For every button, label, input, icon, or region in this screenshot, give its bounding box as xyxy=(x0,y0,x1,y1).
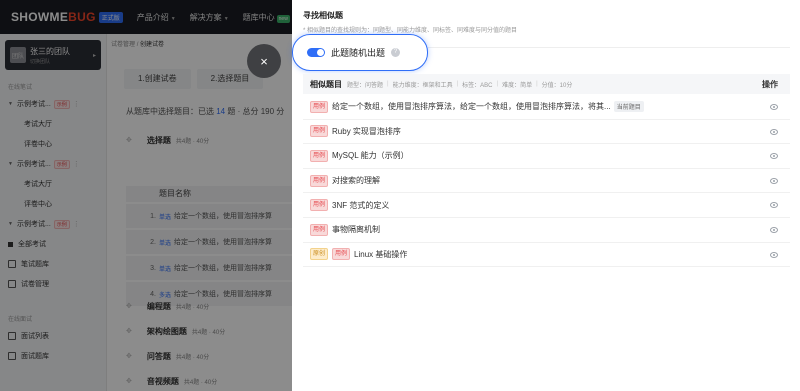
random-question-toggle[interactable] xyxy=(307,48,325,57)
example-tag: 用例 xyxy=(310,125,329,138)
similar-list-header: 相似题目 题型：问答题 | 能力维度：框架和工具 | 标签：ABC | 难度：简单 | … xyxy=(303,74,790,94)
current-question-badge: 当前题目 xyxy=(613,101,644,113)
list-item[interactable]: 原创 用例 Linux 基础操作 xyxy=(303,243,790,268)
list-item[interactable]: 用例 3NF 范式的定义 xyxy=(303,193,790,218)
list-item[interactable]: 用例 MySQL 能力（示例） xyxy=(303,144,790,169)
question-text: 给定一个数组，使用冒泡排序算法，给定一个数组，使用冒泡排序算法，将其... xyxy=(332,102,611,112)
list-item[interactable]: 用例 给定一个数组，使用冒泡排序算法，给定一个数组，使用冒泡排序算法，将其...… xyxy=(303,95,790,120)
list-title: 相似题目 xyxy=(310,79,342,89)
list-item[interactable]: 用例 对搜索的理解 xyxy=(303,169,790,194)
toggle-label: 此题随机出题 xyxy=(331,48,386,58)
question-text: 3NF 范式的定义 xyxy=(332,200,390,210)
question-text: MySQL 能力（示例） xyxy=(332,151,409,161)
close-icon: × xyxy=(260,53,268,69)
drawer-title: 寻找相似题 xyxy=(303,11,343,20)
similar-question-list: 用例 给定一个数组，使用冒泡排序算法，给定一个数组，使用冒泡排序算法，将其...… xyxy=(303,95,790,268)
example-tag: 用例 xyxy=(332,248,351,261)
list-item[interactable]: 用例 Ruby 实现冒泡排序 xyxy=(303,120,790,145)
eye-icon[interactable] xyxy=(770,226,778,233)
eye-icon[interactable] xyxy=(770,153,778,160)
question-text: Linux 基础操作 xyxy=(354,249,408,259)
list-item[interactable]: 用例 事物隔离机制 xyxy=(303,218,790,243)
question-text: Ruby 实现冒泡排序 xyxy=(332,126,401,136)
question-text: 事物隔离机制 xyxy=(332,225,381,235)
eye-icon[interactable] xyxy=(770,251,778,258)
eye-icon[interactable] xyxy=(770,104,778,110)
example-tag: 用例 xyxy=(310,149,329,162)
similar-questions-drawer: 寻找相似题 * 相似题目的查找规则为：同题型、同能力维度、同标签、同难度与同分值… xyxy=(292,0,800,391)
example-tag: 用例 xyxy=(310,174,329,187)
close-drawer-button[interactable]: × xyxy=(247,44,281,78)
filter-summary: 题型：问答题 | 能力维度：框架和工具 | 标签：ABC | 难度：简单 | 分值：10… xyxy=(347,81,573,89)
eye-icon[interactable] xyxy=(770,202,778,209)
random-question-toggle-callout: 此题随机出题 ? xyxy=(292,34,428,71)
question-text: 对搜索的理解 xyxy=(332,176,381,186)
original-tag: 原创 xyxy=(310,248,329,261)
operation-column-header: 操作 xyxy=(762,79,778,89)
example-tag: 用例 xyxy=(310,223,329,236)
help-icon[interactable]: ? xyxy=(391,48,401,57)
divider xyxy=(428,47,790,48)
eye-icon[interactable] xyxy=(770,177,778,184)
example-tag: 用例 xyxy=(310,100,329,113)
drawer-hint: * 相似题目的查找规则为：同题型、同能力维度、同标签、同难度与同分值的题目 xyxy=(303,28,518,34)
eye-icon[interactable] xyxy=(770,128,778,135)
example-tag: 用例 xyxy=(310,199,329,212)
